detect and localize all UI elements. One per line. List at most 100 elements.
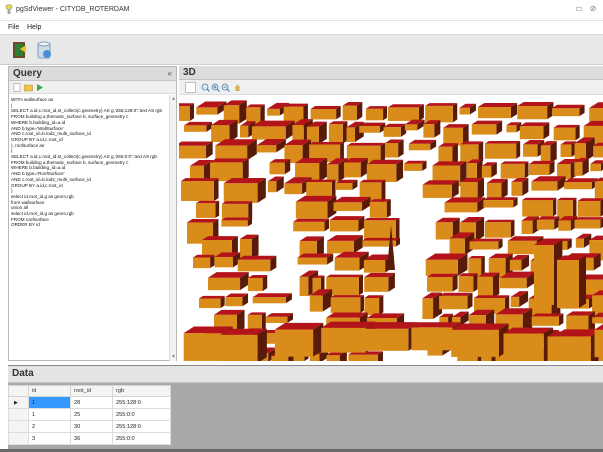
exit-door-icon[interactable] [11,40,31,60]
building-wall [507,240,537,255]
building-roof [553,124,580,128]
query-panel: Query « WITH wallsurface as(SELECT a.id,… [8,66,177,361]
table-row[interactable]: 1 25 255:0:0 [8,408,171,421]
city-model-render[interactable] [179,95,603,361]
new-document-icon[interactable] [13,83,22,92]
building [366,159,404,182]
building-wall [449,238,465,256]
building [460,177,485,200]
building-wall [271,355,289,361]
building-side [360,295,364,314]
building-roof [196,200,220,204]
minimize-button[interactable]: ▭ [574,4,584,13]
building-wall [199,298,221,309]
building [486,178,508,199]
building-roof [425,103,458,106]
building [451,323,509,357]
table-cell[interactable]: 2 [28,420,71,433]
query-panel-header: Query « [9,67,176,81]
table-row[interactable]: ▶ 1 28 255:128:0 [8,396,171,409]
building-wall [196,107,218,115]
table-cell[interactable]: 1 [28,396,71,409]
select-box-icon[interactable] [185,82,196,93]
building-roof [589,235,603,241]
table-row[interactable]: 2 30 255:128:0 [8,420,171,433]
database-icon[interactable] [34,40,54,60]
building-roof [202,236,238,241]
close-button[interactable]: ⊘ [588,4,598,13]
table-cell[interactable]: 255:128:0 [112,420,171,433]
building-roof [484,219,515,223]
table-cell[interactable]: 1 [28,408,71,421]
table-cell[interactable]: 255:0:0 [112,408,171,421]
zoom-in-icon[interactable] [211,83,220,92]
building-wall [484,143,517,159]
building-wall [256,145,277,153]
building-wall [215,145,248,161]
table-cell[interactable]: 25 [70,408,113,421]
run-icon[interactable] [35,83,44,92]
building-side [452,103,458,123]
column-header-id[interactable]: id [28,385,71,397]
collapse-icon[interactable]: « [168,69,172,78]
building-wall [575,238,584,248]
table-cell[interactable]: 3 [28,432,71,445]
building-side [579,255,586,308]
building [426,273,458,292]
building-wall [404,163,423,171]
column-header-rgb[interactable]: rgb [112,385,171,397]
building-roof [181,178,219,182]
building [387,104,424,121]
building-roof [484,141,521,144]
building-wall [333,202,363,212]
building-side [510,219,515,238]
column-header-root-id[interactable]: root_id [70,385,113,397]
building-roof [439,292,473,296]
building-side [358,274,364,296]
building-wall [519,126,544,140]
building [439,292,473,310]
building-wall [293,221,325,232]
building-wall [365,328,409,351]
view-3d-canvas[interactable] [179,95,603,361]
building-wall [295,201,328,219]
building [333,196,371,212]
sql-editor[interactable]: WITH wallsurface as(SELECT a.id,c.root_i… [11,97,171,359]
building [327,235,363,254]
table-cell[interactable]: 255:0:0 [112,432,171,445]
scroll-up-icon[interactable]: ▲ [171,96,176,102]
building-roof [309,142,344,145]
building [469,238,503,250]
building-wall [451,329,499,357]
building-wall [269,162,285,175]
building-wall [237,259,271,272]
app-icon [5,4,13,14]
building [517,102,554,120]
table-cell[interactable]: 28 [70,396,113,409]
menu-help[interactable]: Help [27,24,41,31]
pan-hand-icon[interactable] [233,83,242,92]
query-scrollbar[interactable]: ▲ ▼ [169,95,176,361]
view-3d-panel: 3D [179,66,603,361]
building-wall [240,125,249,138]
building-roof [590,160,603,164]
building-wall [523,144,538,157]
building [478,102,518,119]
table-row[interactable]: 3 36 255:0:0 [8,432,171,445]
building [215,139,257,161]
open-folder-icon[interactable] [24,83,33,92]
building-wall [552,108,580,117]
table-cell[interactable]: 36 [70,432,113,445]
zoom-out-icon[interactable] [221,83,230,92]
building-side [380,142,386,163]
menu-file[interactable]: File [8,24,19,31]
table-cell[interactable]: 255:128:0 [112,396,171,409]
building-wall [179,105,190,121]
building [511,177,529,196]
scroll-down-icon[interactable]: ▼ [171,354,176,360]
zoom-fit-icon[interactable] [201,83,210,92]
building [557,255,586,308]
building [509,254,530,271]
building-wall [499,277,527,289]
table-cell[interactable]: 30 [70,420,113,433]
